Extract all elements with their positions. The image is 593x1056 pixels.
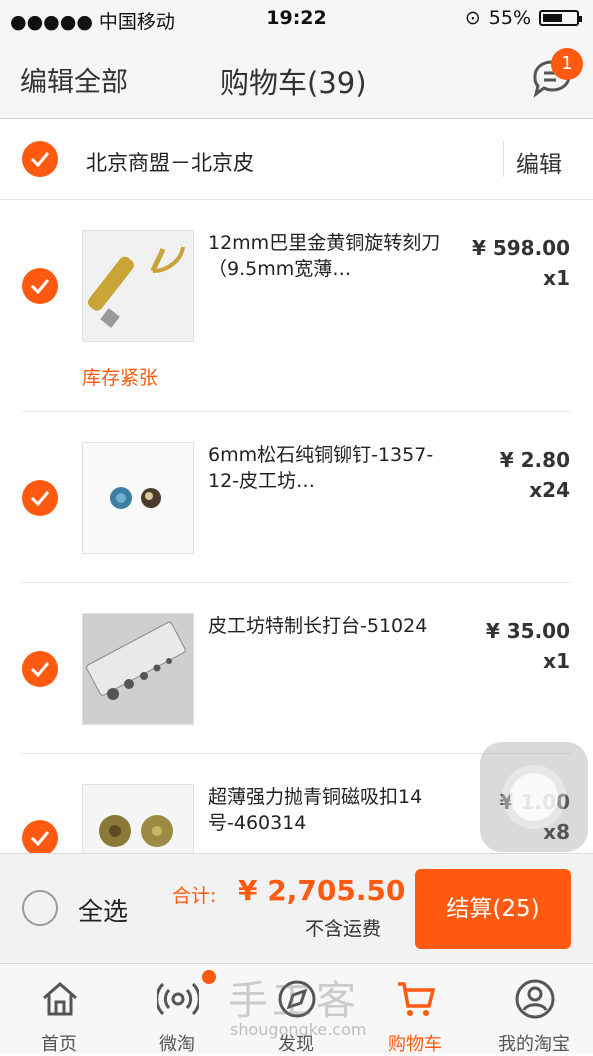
check-icon [30, 831, 50, 847]
product-qty: x1 [543, 266, 570, 290]
item-checkbox[interactable] [22, 268, 58, 304]
notification-dot [202, 970, 216, 984]
tab-my-taobao[interactable]: 我的淘宝 [475, 964, 593, 1055]
stock-warning: 库存紧张 [82, 367, 159, 389]
nav-bar: 编辑全部 购物车(39) 1 [0, 38, 593, 119]
check-icon [30, 279, 50, 295]
edit-all-button[interactable]: 编辑全部 [20, 60, 128, 99]
cart-item: 皮工坊特制长打台-51024 ¥ 35.00 x1 [0, 583, 593, 754]
product-price: ¥ 35.00 [485, 619, 570, 643]
battery-percent: 55% [488, 7, 531, 29]
product-image[interactable] [82, 784, 194, 853]
product-price: ¥ 598.00 [471, 236, 570, 260]
status-bar: ●●●●● 中国移动 19:22 ⊙ 55% [0, 0, 593, 38]
tab-label: 微淘 [159, 1034, 195, 1055]
total-value: ¥ 2,705.50 [238, 874, 406, 907]
product-qty: x1 [543, 649, 570, 673]
tab-label: 购物车 [388, 1034, 442, 1055]
rivet-image [83, 443, 193, 553]
magnetic-clasp-image [83, 785, 193, 853]
tab-label: 首页 [41, 1034, 77, 1055]
tab-weitao[interactable]: 微淘 [118, 964, 236, 1055]
profile-icon [515, 979, 555, 1019]
item-checkbox[interactable] [22, 820, 58, 853]
select-all-checkbox[interactable] [22, 890, 58, 926]
select-all-label[interactable]: 全选 [78, 892, 128, 928]
lock-rotation-icon: ⊙ [464, 7, 481, 29]
item-checkbox[interactable] [22, 651, 58, 687]
broadcast-icon [157, 982, 199, 1016]
checkout-button[interactable]: 结算(25) [415, 869, 571, 949]
cart-item: 12mm巴里金黄铜旋转刻刀（9.5mm宽薄… ¥ 598.00 x1 库存紧张 [0, 200, 593, 412]
punch-board-image [83, 614, 193, 724]
engraving-knife-image [83, 231, 193, 341]
checkout-bar: 全选 合计: ¥ 2,705.50 不含运费 结算(25) [0, 853, 593, 964]
check-icon [30, 152, 50, 168]
cart-item: 6mm松石纯铜铆钉-1357-12-皮工坊… ¥ 2.80 x24 [0, 412, 593, 583]
product-title[interactable]: 12mm巴里金黄铜旋转刻刀（9.5mm宽薄… [208, 230, 448, 282]
message-badge: 1 [551, 48, 583, 80]
cart-icon [398, 982, 436, 1016]
shipping-note: 不含运费 [305, 918, 382, 940]
page-title: 购物车(39) [220, 66, 367, 100]
tab-label: 我的淘宝 [498, 1034, 570, 1055]
product-image[interactable] [82, 442, 194, 554]
watermark-logo: 手工客 [228, 978, 360, 1024]
shop-checkbox[interactable] [22, 141, 58, 177]
home-icon [43, 982, 77, 1016]
product-title[interactable]: 超薄强力抛青铜磁吸扣14号-460314 [208, 784, 448, 836]
product-title[interactable]: 6mm松石纯铜铆钉-1357-12-皮工坊… [208, 442, 448, 494]
assistive-touch-button[interactable] [480, 742, 588, 852]
watermark-url: shougongke.com [230, 1020, 367, 1039]
status-right: ⊙ 55% [464, 7, 582, 29]
product-image[interactable] [82, 230, 194, 342]
check-icon [30, 662, 50, 678]
item-checkbox[interactable] [22, 480, 58, 516]
check-icon [30, 491, 50, 507]
shop-header: 北京商盟－北京皮 编辑 [0, 119, 593, 200]
divider [503, 141, 504, 177]
shop-edit-button[interactable]: 编辑 [516, 145, 562, 179]
tab-home[interactable]: 首页 [0, 964, 118, 1055]
tab-cart[interactable]: 购物车 [356, 964, 474, 1055]
product-price: ¥ 2.80 [499, 448, 570, 472]
product-title[interactable]: 皮工坊特制长打台-51024 [208, 613, 448, 639]
product-qty: x24 [529, 478, 570, 502]
shop-name[interactable]: 北京商盟－北京皮 [86, 147, 254, 177]
total-label: 合计: [172, 885, 217, 907]
product-image[interactable] [82, 613, 194, 725]
battery-icon [539, 10, 582, 26]
